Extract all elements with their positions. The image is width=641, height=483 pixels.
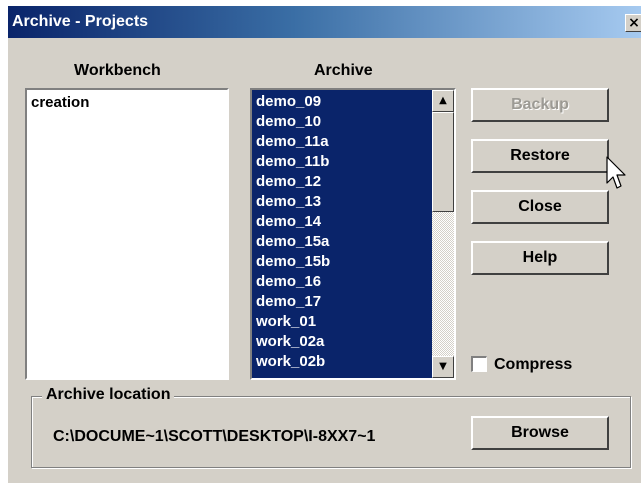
list-item[interactable]: demo_11a xyxy=(256,132,329,152)
compress-checkbox[interactable] xyxy=(471,356,487,372)
list-item[interactable]: demo_12 xyxy=(256,172,321,192)
close-icon[interactable]: × xyxy=(625,14,641,32)
mouse-pointer-icon xyxy=(606,156,626,189)
archive-list[interactable]: demo_09 demo_10 demo_11a demo_11b demo_1… xyxy=(250,88,456,380)
list-item[interactable]: demo_15b xyxy=(256,252,330,272)
archive-projects-dialog: Archive - Projects × Workbench Archive c… xyxy=(8,6,641,483)
archive-location-legend: Archive location xyxy=(42,386,175,404)
scroll-thumb[interactable] xyxy=(432,112,454,212)
archive-path: C:\DOCUME~1\SCOTT\DESKTOP\I-8XX7~1 xyxy=(53,428,376,445)
list-item[interactable]: demo_14 xyxy=(256,212,321,232)
list-item[interactable]: work_01 xyxy=(256,312,316,332)
archive-header: Archive xyxy=(314,62,373,79)
list-item[interactable]: demo_16 xyxy=(256,272,321,292)
list-item[interactable]: demo_11b xyxy=(256,152,329,172)
window-title: Archive - Projects xyxy=(12,13,149,30)
list-item[interactable]: demo_09 xyxy=(256,92,321,112)
backup-button[interactable]: Backup xyxy=(471,88,609,122)
help-button[interactable]: Help xyxy=(471,241,609,275)
scroll-down-icon[interactable]: ▼ xyxy=(432,356,454,378)
list-item[interactable]: creation xyxy=(31,94,89,111)
list-item[interactable]: work_02a xyxy=(256,332,324,352)
compress-label: Compress xyxy=(494,356,573,373)
workbench-header: Workbench xyxy=(74,62,161,79)
restore-button[interactable]: Restore xyxy=(471,139,609,173)
workbench-list[interactable]: creation xyxy=(25,88,229,380)
close-button[interactable]: Close xyxy=(471,190,609,224)
list-item[interactable]: demo_17 xyxy=(256,292,321,312)
title-bar[interactable]: Archive - Projects × xyxy=(8,6,641,38)
list-item[interactable]: demo_15a xyxy=(256,232,329,252)
scroll-up-icon[interactable]: ▲ xyxy=(432,90,454,112)
list-item[interactable]: demo_10 xyxy=(256,112,321,132)
archive-scrollbar[interactable]: ▲ ▼ xyxy=(432,90,454,378)
list-item[interactable]: work_02b xyxy=(256,352,325,372)
browse-button[interactable]: Browse xyxy=(471,416,609,450)
list-item[interactable]: demo_13 xyxy=(256,192,321,212)
